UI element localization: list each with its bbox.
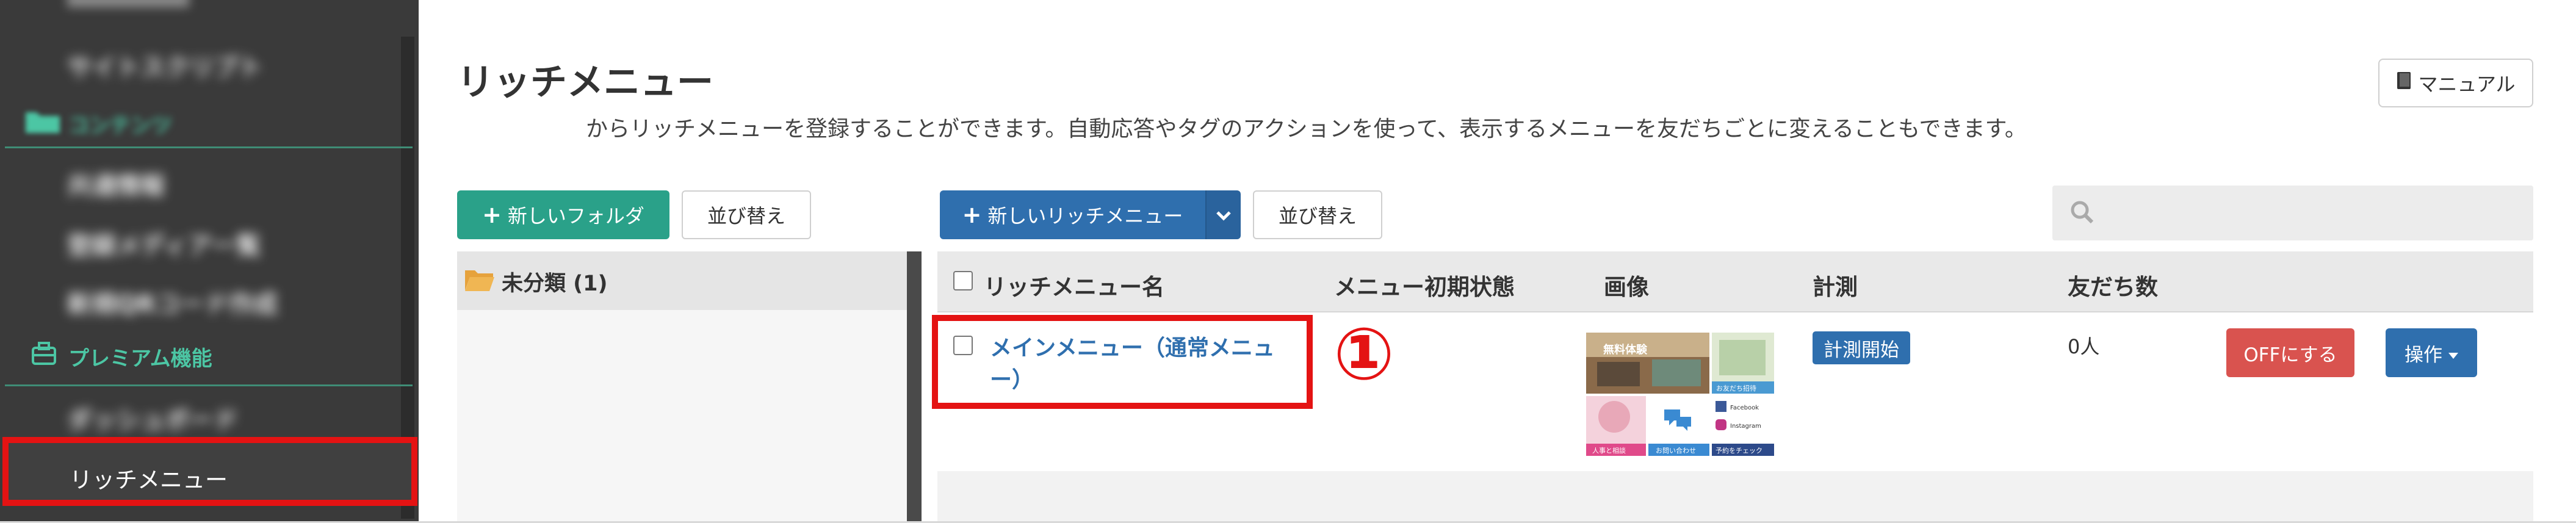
new-folder-label: 新しいフォルダ [507,204,644,228]
page-title: リッチメニュー [457,61,713,104]
page-description: からリッチメニューを登録することができます。自動応答やタグのアクションを使って、… [586,117,2027,142]
folder-open-icon [464,267,496,292]
sidebar-divider [5,384,413,386]
sidebar-divider [5,146,413,148]
table-header [937,251,2533,312]
operation-label: 操作 [2405,344,2442,366]
manual-label: マニュアル [2418,73,2516,96]
plus-icon: + [962,201,982,228]
new-rich-menu-button[interactable]: + 新しいリッチメニュー [940,190,1205,239]
new-rich-menu-label: 新しいリッチメニュー [987,204,1183,228]
column-header-measure: 計測 [1813,274,1858,300]
svg-text:Facebook: Facebook [1730,405,1759,411]
sidebar-item-site-script[interactable]: サイトスクリプト [67,48,262,83]
svg-text:人事と相談: 人事と相談 [1592,446,1626,455]
rich-menu-sort-button[interactable]: 並び替え [1253,190,1382,239]
sidebar-section-premium[interactable]: プレミアム機能 [68,342,212,372]
column-header-name: リッチメニュー名 [984,274,1164,300]
sidebar-item-label: リッチメニュー [70,467,228,493]
sidebar-item-media-list[interactable]: 登録メディア一覧 [67,226,261,261]
manual-button[interactable]: マニュアル [2378,59,2533,107]
pane-splitter[interactable] [907,251,922,523]
column-header-image: 画像 [1604,274,1649,300]
svg-text:予約をチェック: 予約をチェック [1716,446,1762,455]
rich-menu-thumbnail[interactable]: 無料体験 お友だち招待 人事と相談 お問い合わせ Facebook Instag… [1585,331,1775,457]
folder-icon [24,107,61,134]
search-input[interactable] [2052,186,2533,240]
select-all-checkbox[interactable] [953,271,973,290]
sidebar-item-new-qr[interactable]: 新規QRコード作成 [67,284,278,320]
sidebar-item-common-info[interactable]: 共通情報 [67,166,165,201]
folder-sort-button[interactable]: 並び替え [682,190,811,239]
search-icon [2069,199,2096,226]
sidebar-item-rich-menu[interactable]: リッチメニュー [2,437,417,506]
turn-off-button[interactable]: OFFにする [2226,328,2354,377]
operation-dropdown-button[interactable]: 操作 [2386,328,2477,377]
measure-start-badge[interactable]: 計測開始 [1813,331,1910,364]
annotation-marker: ① [1333,312,1394,396]
highlight-box [932,315,1313,409]
plus-icon: + [482,201,502,228]
caret-down-icon [2448,342,2458,364]
chevron-down-icon [1216,203,1232,226]
friends-count: 0人 [2068,335,2100,358]
svg-text:Instagram: Instagram [1730,423,1761,430]
column-header-friends: 友だち数 [2068,274,2158,300]
svg-text:お友だち招待: お友だち招待 [1716,384,1756,392]
folder-label: 未分類 (1) [502,272,608,296]
svg-text:お問い合わせ: お問い合わせ [1656,446,1696,455]
new-rich-menu-dropdown[interactable] [1205,190,1241,239]
column-header-initial-state: メニュー初期状態 [1334,274,1515,300]
sidebar-item-cut [67,0,189,7]
sidebar-item-dashboard[interactable]: ダッシュボード [67,400,238,436]
premium-icon [31,342,57,366]
book-icon [2396,71,2412,95]
sidebar-section-contents[interactable]: コンテンツ [68,109,172,139]
thumb-tile-free-trial: 無料体験 [1603,343,1648,356]
new-folder-button[interactable]: + 新しいフォルダ [457,190,669,239]
